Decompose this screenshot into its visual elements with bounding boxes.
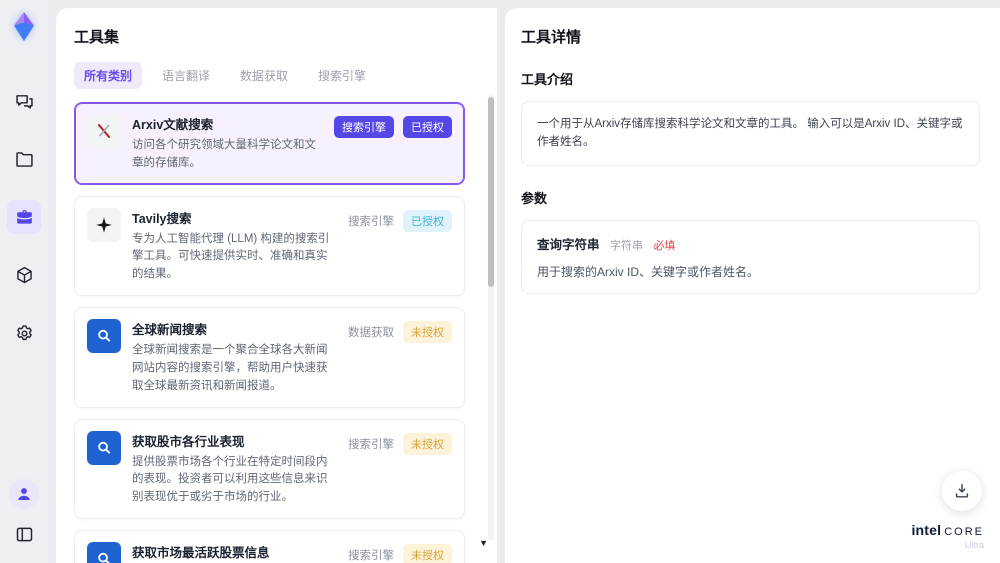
- tool-title: 全球新闻搜索: [132, 323, 208, 338]
- tool-status-badge: 已授权: [403, 116, 452, 138]
- intel-logo-text: intel: [911, 521, 942, 538]
- core-logo-text: CORE: [944, 525, 984, 538]
- toolset-panel: 工具集 所有类别 语言翻译 数据获取 搜索引擎 Arxiv文献搜索 访问各个研究…: [56, 8, 497, 563]
- tab-all-categories[interactable]: 所有类别: [74, 62, 143, 89]
- tool-description: 提供股票市场各个行业在特定时间段内的表现。投资者可以利用这些信息来识别表现优于或…: [132, 455, 328, 504]
- arxiv-icon: [87, 114, 121, 148]
- tool-description: 全球新闻搜索是一个聚合全球各大新闻网站内容的搜索引擎，帮助用户快速获取全球最新资…: [132, 344, 328, 392]
- download-icon: [955, 484, 969, 498]
- download-button[interactable]: [942, 471, 982, 511]
- tool-category-label: 数据获取: [348, 327, 394, 340]
- tool-description: 专为人工智能代理 (LLM) 构建的搜索引擎工具。可快速提供实时、准确和真实的结…: [132, 232, 330, 281]
- tab-data-acquisition[interactable]: 数据获取: [230, 62, 298, 89]
- search-globe-icon: [87, 319, 121, 354]
- tool-card-arxiv[interactable]: Arxiv文献搜索 访问各个研究领域大量科学论文和文章的存储库。 搜索引擎 已授…: [74, 102, 465, 185]
- tool-title: Arxiv文献搜索: [132, 118, 214, 132]
- tool-status-badge: 未授权: [403, 321, 452, 344]
- tool-category-label: 搜索引擎: [348, 438, 394, 451]
- list-scrollbar[interactable]: [488, 94, 494, 541]
- tool-description: 访问各个研究领域大量科学论文和文章的存储库。: [132, 139, 316, 169]
- sidebar-item-chat[interactable]: [7, 84, 41, 118]
- toolbox-icon: [16, 209, 32, 224]
- tool-details-panel: 工具详情 工具介绍 一个用于从Arxiv存储库搜索科学论文和文章的工具。 输入可…: [505, 8, 1000, 563]
- tool-card-sector-performance[interactable]: 获取股市各行业表现 提供股票市场各个行业在特定时间段内的表现。投资者可以利用这些…: [74, 418, 465, 519]
- folder-icon: [15, 151, 33, 167]
- search-globe-icon: [87, 541, 121, 563]
- tab-search-engine[interactable]: 搜索引擎: [308, 62, 376, 89]
- param-name: 查询字符串: [537, 237, 600, 252]
- intro-heading: 工具介绍: [521, 72, 574, 87]
- param-type: 字符串: [609, 239, 643, 252]
- intro-text: 一个用于从Arxiv存储库搜索科学论文和文章的工具。 输入可以是Arxiv ID…: [537, 118, 963, 149]
- tab-language-translation[interactable]: 语言翻译: [152, 62, 220, 89]
- scrollbar-thumb[interactable]: [488, 97, 494, 287]
- app-logo-gem-icon: [14, 12, 34, 42]
- sidebar-item-models[interactable]: [7, 258, 41, 292]
- tool-list: Arxiv文献搜索 访问各个研究领域大量科学论文和文章的存储库。 搜索引擎 已授…: [74, 102, 481, 563]
- param-required-badge: 必填: [653, 239, 676, 252]
- sidebar-item-panel-toggle[interactable]: [7, 517, 41, 551]
- page-title: 工具集: [74, 29, 120, 46]
- app-logo: [7, 10, 41, 44]
- search-globe-icon: [87, 430, 121, 465]
- details-title: 工具详情: [521, 29, 582, 46]
- tool-category-label: 搜索引擎: [348, 215, 394, 228]
- sidebar-item-files[interactable]: [7, 142, 41, 176]
- tool-card-global-news[interactable]: 全球新闻搜索 全球新闻搜索是一个聚合全球各大新闻网站内容的搜索引擎，帮助用户快速…: [74, 307, 465, 408]
- tool-category-label: 搜索引擎: [348, 549, 394, 562]
- param-header: 查询字符串 字符串 必填: [537, 234, 964, 254]
- param-box: 查询字符串 字符串 必填 用于搜索的Arxiv ID、关键字或作者姓名。: [521, 219, 980, 294]
- tool-title: 获取股市各行业表现: [132, 434, 245, 449]
- sidebar-item-toolset[interactable]: [7, 200, 41, 234]
- sidebar-item-settings[interactable]: [7, 316, 41, 350]
- tool-status-badge: 已授权: [403, 209, 452, 232]
- sparkle-icon: [87, 207, 121, 242]
- gear-icon: [16, 324, 32, 340]
- params-heading: 参数: [521, 190, 548, 206]
- tool-status-badge: 未授权: [403, 432, 452, 455]
- tool-title: 获取市场最活跃股票信息: [132, 545, 270, 560]
- tool-status-badge: 未授权: [403, 543, 452, 563]
- user-icon: [18, 488, 30, 500]
- intel-core-logo: intel CORE Ultra: [911, 522, 984, 551]
- left-rail: [0, 0, 48, 563]
- category-tabs: 所有类别 语言翻译 数据获取 搜索引擎: [74, 62, 481, 89]
- tool-card-most-active-stocks[interactable]: 获取市场最活跃股票信息 提供当天交易量最高的股票列表。投资者可以利用这些信息来识…: [74, 529, 465, 563]
- tool-card-tavily[interactable]: Tavily搜索 专为人工智能代理 (LLM) 构建的搜索引擎工具。可快速提供实…: [74, 195, 465, 297]
- ultra-logo-text: Ultra: [964, 540, 984, 551]
- chat-icon: [15, 94, 33, 109]
- scroll-down-indicator-icon[interactable]: ▼: [479, 539, 488, 548]
- param-description: 用于搜索的Arxiv ID、关键字或作者姓名。: [537, 264, 760, 279]
- tool-category-badge: 搜索引擎: [334, 116, 394, 138]
- intro-box: 一个用于从Arxiv存储库搜索科学论文和文章的工具。 输入可以是Arxiv ID…: [521, 101, 980, 166]
- sidebar-item-profile[interactable]: [9, 479, 39, 509]
- cube-icon: [16, 266, 32, 283]
- layout-panel-icon: [16, 527, 32, 541]
- tool-title: Tavily搜索: [132, 211, 192, 226]
